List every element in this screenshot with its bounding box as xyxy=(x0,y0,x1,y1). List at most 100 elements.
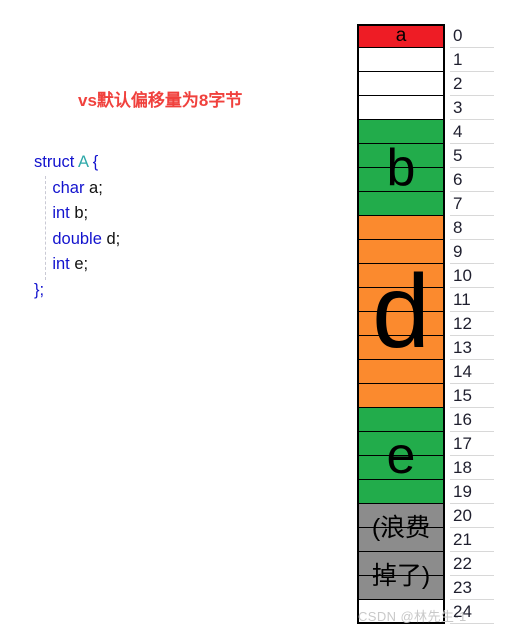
table-row: 15 xyxy=(355,384,495,408)
memory-byte-cell xyxy=(357,528,445,552)
memory-byte-cell xyxy=(357,312,445,336)
code-token: A xyxy=(78,153,93,171)
table-row: 20 xyxy=(355,504,495,528)
table-row: 21 xyxy=(355,528,495,552)
memory-byte-cell xyxy=(357,192,445,216)
byte-offset-label: 12 xyxy=(450,312,494,336)
byte-offset-label: 9 xyxy=(450,240,494,264)
explanation-panel: vs默认偏移量为8字节 struct A { char a; int b; do… xyxy=(0,0,340,634)
byte-offset-label: 7 xyxy=(450,192,494,216)
memory-byte-cell xyxy=(357,24,445,48)
byte-offset-label: 16 xyxy=(450,408,494,432)
byte-offset-label: 21 xyxy=(450,528,494,552)
table-row: 10 xyxy=(355,264,495,288)
byte-offset-label: 6 xyxy=(450,168,494,192)
memory-byte-cell xyxy=(357,480,445,504)
table-row: 0 xyxy=(355,24,495,48)
code-line: }; xyxy=(34,278,120,304)
code-line: char a; xyxy=(34,176,120,202)
table-row: 19 xyxy=(355,480,495,504)
byte-offset-label: 10 xyxy=(450,264,494,288)
byte-offset-label: 20 xyxy=(450,504,494,528)
memory-byte-cell xyxy=(357,456,445,480)
code-token: b; xyxy=(74,204,89,222)
code-token: }; xyxy=(34,280,45,299)
memory-byte-cell xyxy=(357,144,445,168)
memory-byte-cell xyxy=(357,120,445,144)
code-line: struct A { xyxy=(34,150,120,176)
code-line: int e; xyxy=(34,252,120,278)
memory-byte-cell xyxy=(357,168,445,192)
code-token: struct xyxy=(34,153,79,171)
memory-byte-cell xyxy=(357,432,445,456)
memory-byte-cell xyxy=(357,264,445,288)
table-row: 13 xyxy=(355,336,495,360)
memory-rows: 0 1 2 3 4 5 6 7 8 9 10 11 12 13 14 15 16 17 18 19 20 21 22 23 24… xyxy=(355,24,495,624)
code-line: int b; xyxy=(34,201,120,227)
byte-offset-label: 22 xyxy=(450,552,494,576)
table-row: 14 xyxy=(355,360,495,384)
byte-offset-label: 17 xyxy=(450,432,494,456)
memory-byte-cell xyxy=(357,552,445,576)
watermark: CSDN @林先生-1 xyxy=(358,609,467,624)
table-row: 2 xyxy=(355,72,495,96)
byte-offset-label: 23 xyxy=(450,576,494,600)
byte-offset-label: 4 xyxy=(450,120,494,144)
table-row: 22 xyxy=(355,552,495,576)
code-token: double xyxy=(52,229,107,248)
byte-offset-label: 0 xyxy=(450,24,494,48)
memory-byte-cell xyxy=(357,360,445,384)
table-row: 9 xyxy=(355,240,495,264)
byte-offset-label: 18 xyxy=(450,456,494,480)
memory-byte-cell xyxy=(357,216,445,240)
memory-byte-cell xyxy=(357,576,445,600)
table-row: 7 xyxy=(355,192,495,216)
memory-byte-cell xyxy=(357,240,445,264)
byte-offset-label: 5 xyxy=(450,144,494,168)
code-token: { xyxy=(92,153,99,171)
table-row: 5 xyxy=(355,144,495,168)
table-row: 4 xyxy=(355,120,495,144)
code-token: d; xyxy=(106,229,121,248)
memory-byte-cell xyxy=(357,384,445,408)
table-row: 6 xyxy=(355,168,495,192)
page-title: vs默认偏移量为8字节 xyxy=(78,91,243,110)
table-row: 17 xyxy=(355,432,495,456)
byte-offset-label: 19 xyxy=(450,480,494,504)
code-token: char xyxy=(52,178,90,197)
memory-layout-table: 0 1 2 3 4 5 6 7 8 9 10 11 12 13 14 15 16 17 18 19 20 21 22 23 24… xyxy=(355,24,495,624)
code-token: int xyxy=(52,255,75,273)
memory-byte-cell xyxy=(357,336,445,360)
byte-offset-label: 2 xyxy=(450,72,494,96)
byte-offset-label: 11 xyxy=(450,288,494,312)
code-token: a; xyxy=(89,178,103,197)
table-row: 3 xyxy=(355,96,495,120)
byte-offset-label: 1 xyxy=(450,48,494,72)
table-row: 16 xyxy=(355,408,495,432)
memory-byte-cell xyxy=(357,504,445,528)
byte-offset-label: 14 xyxy=(450,360,494,384)
table-row: 23 xyxy=(355,576,495,600)
code-line: double d; xyxy=(34,227,120,253)
byte-offset-label: 15 xyxy=(450,384,494,408)
memory-byte-cell xyxy=(357,288,445,312)
byte-offset-label: 13 xyxy=(450,336,494,360)
table-row: 1 xyxy=(355,48,495,72)
table-row: 11 xyxy=(355,288,495,312)
memory-byte-cell xyxy=(357,48,445,72)
table-row: 18 xyxy=(355,456,495,480)
memory-byte-cell xyxy=(357,408,445,432)
code-token: int xyxy=(52,204,75,222)
memory-byte-cell xyxy=(357,72,445,96)
byte-offset-label: 3 xyxy=(450,96,494,120)
byte-offset-label: 8 xyxy=(450,216,494,240)
memory-byte-cell xyxy=(357,96,445,120)
table-row: 12 xyxy=(355,312,495,336)
table-row: 8 xyxy=(355,216,495,240)
code-block: struct A { char a; int b; double d; int … xyxy=(34,150,120,303)
code-token: e; xyxy=(74,255,89,273)
